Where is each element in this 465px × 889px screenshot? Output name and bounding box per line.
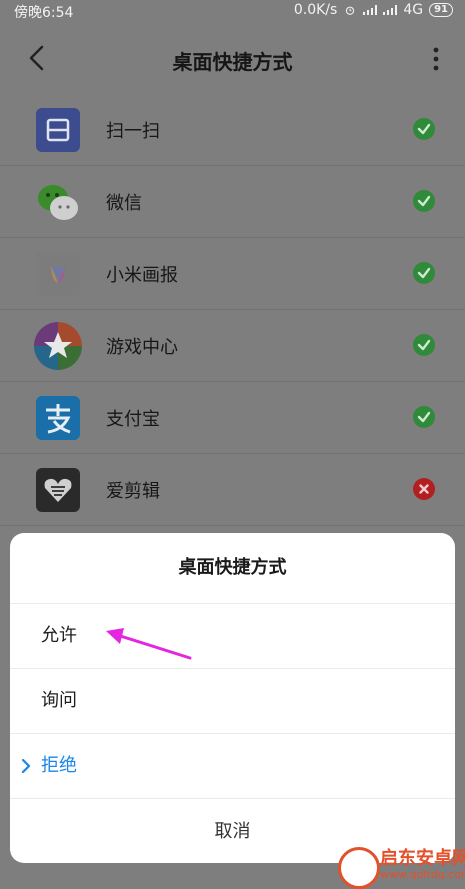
app-row-alipay[interactable]: 支付宝 — [0, 382, 465, 454]
allowed-check-icon — [413, 190, 435, 212]
page-title: 桌面快捷方式 — [172, 50, 293, 74]
shortcut-permission-dialog: 桌面快捷方式 允许 询问 拒绝 取消 — [10, 533, 455, 863]
app-label: 游戏中心 — [106, 337, 178, 358]
signal-icon-1 — [363, 5, 378, 15]
battery-level: 91 — [434, 4, 448, 15]
status-time: 傍晚6:54 — [14, 5, 74, 21]
option-label: 询问 — [41, 690, 77, 711]
allowed-check-icon — [413, 262, 435, 284]
allowed-check-icon — [413, 118, 435, 140]
watermark-url: www.qdltdq.com — [380, 868, 465, 881]
app-row-aijianji[interactable]: 爱剪辑 — [0, 454, 465, 526]
watermark-name: 启东安卓网 — [380, 848, 465, 869]
dialog-title: 桌面快捷方式 — [10, 533, 455, 604]
option-label: 允许 — [41, 625, 77, 646]
app-shortcut-list: 扫一扫 微信 小米画报 游戏中心 支付宝 爱剪辑 — [0, 94, 465, 597]
app-label: 小米画报 — [106, 265, 178, 286]
option-ask[interactable]: 询问 — [10, 669, 455, 734]
app-row-game-center[interactable]: 游戏中心 — [0, 310, 465, 382]
watermark: 启东安卓网 www.qdltdq.com — [330, 842, 465, 889]
network-speed: 0.0K/s — [293, 2, 338, 18]
option-allow[interactable]: 允许 — [10, 604, 455, 669]
app-row-mi-wallpaper[interactable]: 小米画报 — [0, 238, 465, 310]
watermark-logo-icon — [338, 847, 380, 889]
status-right: 0.0K/s 4G 91 — [294, 2, 453, 18]
app-label: 支付宝 — [106, 409, 160, 430]
denied-cross-icon — [413, 478, 435, 500]
alipay-app-icon — [36, 396, 80, 440]
header: 桌面快捷方式 — [0, 22, 465, 94]
network-type: 4G — [403, 2, 424, 18]
battery-icon: 91 — [429, 3, 453, 17]
more-options-icon[interactable] — [431, 46, 441, 72]
app-row-scan[interactable]: 扫一扫 — [0, 94, 465, 166]
mi-wallpaper-app-icon — [36, 252, 80, 296]
app-label: 扫一扫 — [106, 121, 160, 142]
game-center-app-icon — [34, 322, 82, 370]
status-bar: 傍晚6:54 0.0K/s 4G 91 — [0, 0, 465, 22]
signal-icon-2 — [383, 5, 398, 15]
allowed-check-icon — [413, 334, 435, 356]
alarm-icon — [346, 6, 355, 15]
app-label: 爱剪辑 — [106, 481, 160, 502]
option-deny[interactable]: 拒绝 — [10, 734, 455, 799]
aijianji-app-icon — [36, 468, 80, 512]
allowed-check-icon — [413, 406, 435, 428]
selected-chevron-icon — [21, 759, 31, 773]
option-label: 拒绝 — [41, 755, 77, 776]
app-label: 微信 — [106, 193, 142, 214]
scan-app-icon — [36, 108, 80, 152]
app-row-wechat[interactable]: 微信 — [0, 166, 465, 238]
wechat-app-icon — [36, 180, 80, 224]
